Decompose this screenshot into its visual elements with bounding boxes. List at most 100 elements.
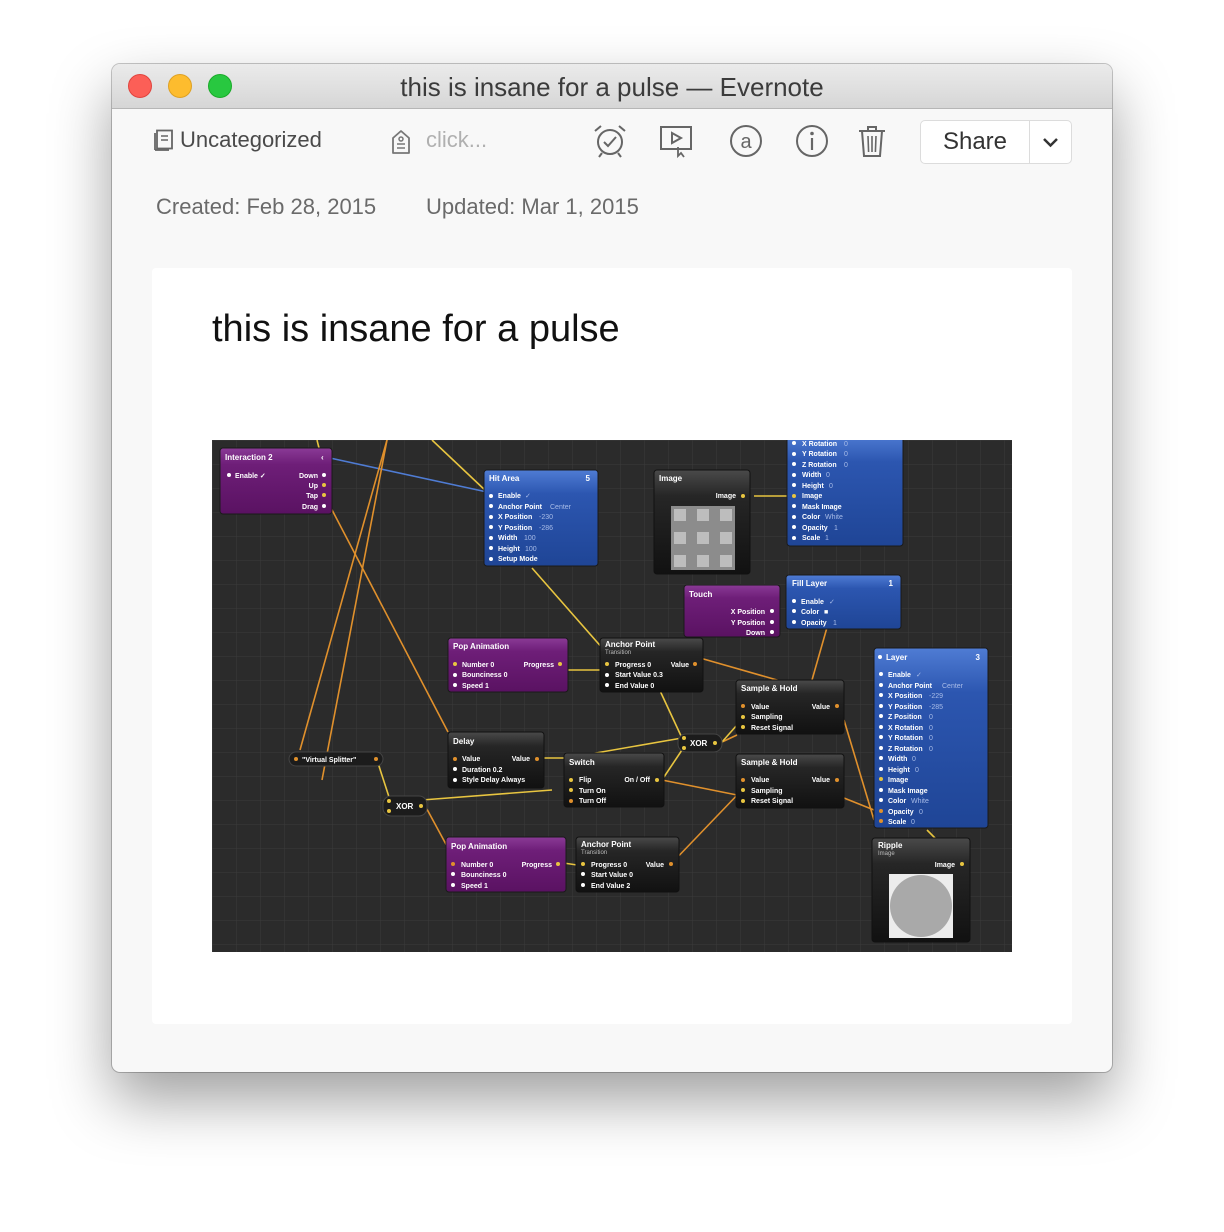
svg-text:1: 1 — [825, 535, 829, 542]
title-bar: this is insane for a pulse — Evernote — [112, 64, 1112, 109]
share-button-group: Share — [920, 120, 1072, 164]
svg-text:Y Position: Y Position — [731, 620, 765, 627]
svg-text:Image: Image — [802, 493, 822, 500]
svg-text:Height: Height — [802, 483, 824, 490]
note-title[interactable]: this is insane for a pulse — [212, 308, 620, 351]
svg-text:-230: -230 — [539, 514, 553, 521]
svg-text:0: 0 — [912, 756, 916, 763]
svg-text:Duration 0.2: Duration 0.2 — [462, 767, 503, 774]
presentation-icon[interactable] — [658, 123, 694, 159]
svg-text:Transition: Transition — [605, 650, 631, 656]
svg-text:Progress: Progress — [524, 662, 554, 669]
svg-text:Height: Height — [888, 767, 910, 774]
svg-text:100: 100 — [524, 535, 536, 542]
svg-text:End Value 2: End Value 2 — [591, 883, 630, 890]
svg-text:Y Rotation: Y Rotation — [802, 451, 837, 458]
evernote-window: this is insane for a pulse — Evernote Un… — [112, 64, 1112, 1072]
svg-text:Ripple: Ripple — [878, 841, 903, 850]
svg-text:Color: Color — [888, 798, 907, 805]
svg-text:5: 5 — [586, 474, 591, 483]
node-delay: Delay Value Duration 0.2 Style Delay Alw… — [447, 731, 545, 789]
svg-text:Color: Color — [802, 514, 821, 521]
svg-text:Pop Animation: Pop Animation — [453, 642, 509, 651]
svg-text:Turn On: Turn On — [579, 788, 606, 795]
trash-icon[interactable] — [854, 123, 890, 159]
node-virtual-splitter: "Virtual Splitter" — [288, 751, 384, 767]
share-button[interactable]: Share — [921, 121, 1029, 163]
at-sign-icon[interactable]: a — [728, 123, 764, 159]
svg-text:End Value 0: End Value 0 — [615, 683, 654, 690]
svg-text:Image: Image — [888, 777, 908, 784]
svg-text:Sample & Hold: Sample & Hold — [741, 684, 798, 693]
svg-text:Down: Down — [299, 473, 318, 480]
window-title: this is insane for a pulse — Evernote — [400, 72, 824, 102]
node-touch: Touch X Position Y Position Down — [683, 584, 781, 638]
svg-text:Z Rotation: Z Rotation — [888, 746, 923, 753]
node-pop-animation-2: Pop Animation Number 0 Bounciness 0 Spee… — [445, 836, 567, 893]
svg-text:Progress: Progress — [522, 862, 552, 869]
svg-text:X Rotation: X Rotation — [888, 725, 923, 732]
node-anchor-point-1: Anchor Point Transition Progress 0 Start… — [599, 637, 704, 693]
reminder-alarm-icon[interactable] — [592, 123, 628, 159]
svg-text:Number 0: Number 0 — [462, 662, 494, 669]
svg-text:0: 0 — [915, 767, 919, 774]
tag-input[interactable]: click... — [426, 127, 487, 153]
chevron-down-icon[interactable] — [1030, 121, 1071, 163]
svg-text:Style Delay Always: Style Delay Always — [462, 777, 525, 784]
svg-text:Flip: Flip — [579, 777, 591, 784]
svg-text:a: a — [740, 131, 752, 153]
node-layer: Layer 3 Enable ✓ Anchor Point Center X Pos… — [873, 647, 989, 829]
svg-text:0: 0 — [844, 451, 848, 458]
node-hit-area: Hit Area 5 Enable ✓ Anchor Point Center X … — [483, 469, 599, 567]
info-icon[interactable] — [794, 123, 830, 159]
svg-text:Value: Value — [512, 756, 530, 763]
svg-text:✓: ✓ — [916, 672, 922, 679]
svg-text:Sampling: Sampling — [751, 714, 783, 721]
svg-text:0: 0 — [929, 746, 933, 753]
node-interaction-2: Interaction 2 ‹ Enable ✓ Down Up Tap Dra… — [219, 447, 333, 515]
svg-text:Y Rotation: Y Rotation — [888, 735, 923, 742]
svg-text:Width: Width — [802, 472, 821, 479]
svg-text:Center: Center — [942, 683, 964, 690]
svg-text:Scale: Scale — [802, 535, 820, 542]
svg-text:Center: Center — [550, 504, 572, 511]
svg-text:Start Value 0: Start Value 0 — [591, 872, 633, 879]
notebook-icon[interactable] — [154, 129, 174, 151]
svg-text:Y Position: Y Position — [888, 704, 922, 711]
svg-text:On / Off: On / Off — [624, 777, 650, 784]
svg-text:Anchor Point: Anchor Point — [498, 504, 543, 511]
node-switch: Switch Flip Turn On Turn Off On / Off — [563, 752, 665, 808]
svg-text:XOR: XOR — [690, 739, 708, 748]
svg-text:Sample & Hold: Sample & Hold — [741, 758, 798, 767]
node-sample-hold-2: Sample & Hold Value Sampling Reset Signa… — [735, 753, 845, 809]
node-pop-animation-1: Pop Animation Number 0 Bounciness 0 Spee… — [447, 637, 569, 693]
svg-text:Pop Animation: Pop Animation — [451, 842, 507, 851]
tag-icon[interactable] — [390, 129, 412, 155]
svg-text:Scale: Scale — [888, 819, 906, 826]
svg-text:0: 0 — [844, 462, 848, 469]
svg-text:✓: ✓ — [525, 493, 531, 500]
note-body[interactable]: this is insane for a pulse Interaction 2… — [152, 268, 1072, 1024]
svg-text:Z Rotation: Z Rotation — [802, 462, 837, 469]
svg-text:X Position: X Position — [731, 609, 765, 616]
svg-text:Number 0: Number 0 — [461, 862, 493, 869]
svg-text:Interaction 2: Interaction 2 — [225, 453, 273, 462]
svg-text:Value: Value — [671, 662, 689, 669]
svg-text:Delay: Delay — [453, 737, 475, 746]
created-date: Created: Feb 28, 2015 — [156, 194, 377, 219]
svg-text:Drag: Drag — [302, 504, 318, 511]
svg-text:0: 0 — [829, 483, 833, 490]
svg-text:Down: Down — [746, 630, 765, 637]
svg-text:Reset Signal: Reset Signal — [751, 725, 793, 732]
svg-text:Enable: Enable — [888, 672, 911, 679]
svg-text:0: 0 — [919, 809, 923, 816]
svg-text:Enable ✓: Enable ✓ — [235, 473, 266, 480]
svg-text:Bounciness 0: Bounciness 0 — [462, 672, 508, 679]
svg-text:Fill Layer: Fill Layer — [792, 579, 827, 588]
svg-text:Image: Image — [878, 851, 895, 857]
svg-text:-286: -286 — [539, 525, 553, 532]
svg-text:100: 100 — [525, 546, 537, 553]
notebook-selector[interactable]: Uncategorized — [180, 127, 322, 153]
svg-text:Mask Image: Mask Image — [802, 504, 842, 511]
svg-text:Speed 1: Speed 1 — [462, 683, 489, 690]
